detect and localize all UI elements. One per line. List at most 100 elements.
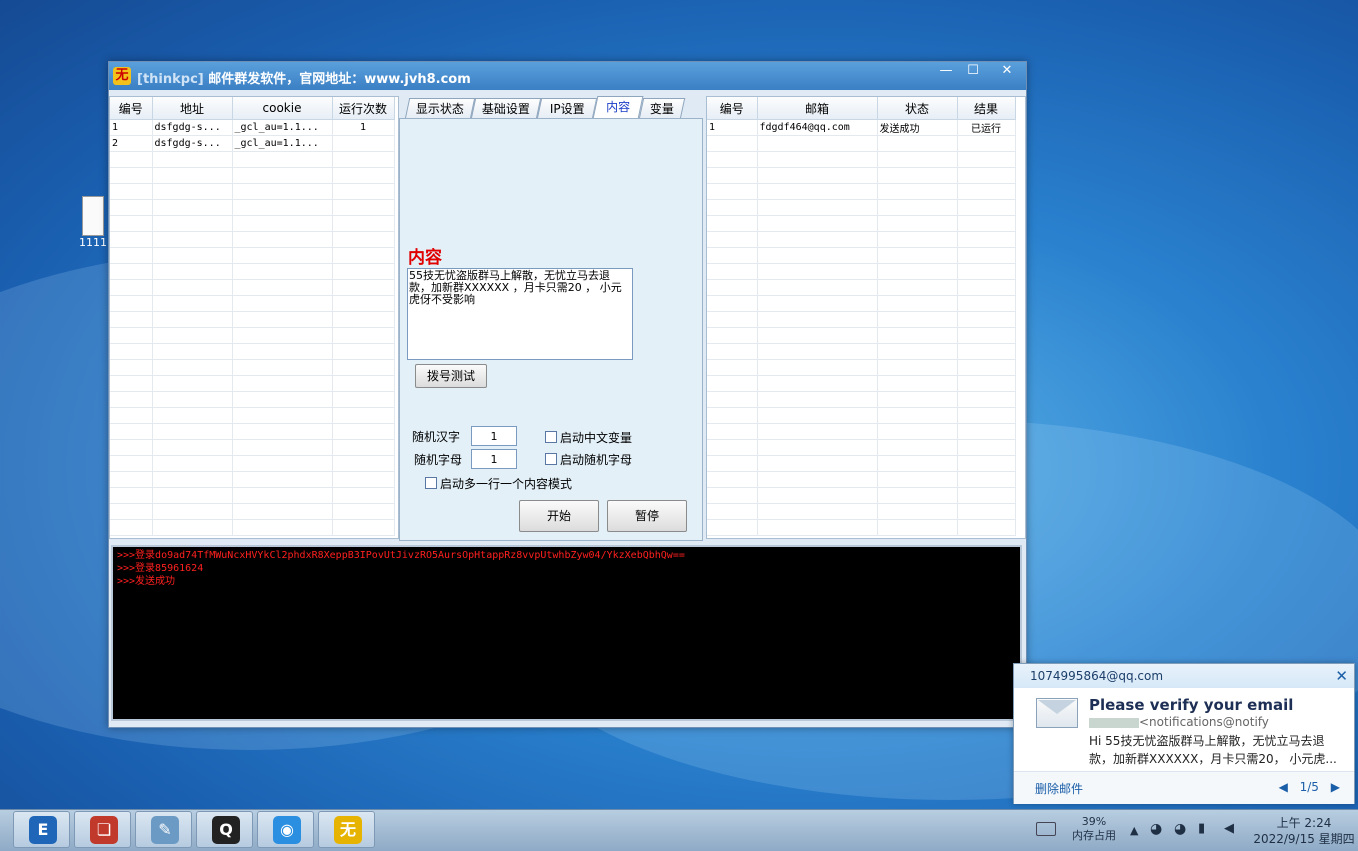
title-bar[interactable]: 无 [thinkpc] 邮件群发软件，官网地址：www.jvh8.com — ☐… [109, 62, 1026, 90]
table-row[interactable] [110, 471, 395, 488]
table-row[interactable] [110, 343, 395, 360]
column-header[interactable]: 编号 [110, 97, 153, 120]
qq-tray-icon-2[interactable]: ◕ [1174, 822, 1186, 836]
table-row[interactable] [110, 423, 395, 440]
table-row[interactable]: 1 dsfgdg-s... _gcl_au=1.1... 1 [110, 119, 395, 136]
table-row[interactable] [707, 215, 1016, 232]
table-row[interactable] [707, 455, 1016, 472]
maximize-button[interactable]: ☐ [958, 62, 988, 82]
taskbar-app-button[interactable]: ◉ [257, 811, 314, 848]
tab-3[interactable]: 内容 [592, 96, 644, 119]
taskbar-app-button[interactable]: Q [196, 811, 253, 848]
column-header[interactable]: cookie [232, 97, 333, 120]
table-row[interactable]: 1 fdgdf464@qq.com 发送成功 已运行 [707, 119, 1016, 136]
table-row[interactable] [707, 167, 1016, 184]
notification-pager[interactable]: ◀ 1/5 ▶ [1279, 780, 1340, 794]
table-row[interactable] [707, 487, 1016, 504]
start-button[interactable]: 开始 [519, 500, 599, 532]
memory-indicator[interactable]: 39% 内存占用 [1066, 815, 1122, 843]
taskbar-app-button[interactable]: ❏ [74, 811, 131, 848]
column-header[interactable]: 邮箱 [757, 97, 878, 120]
table-row[interactable] [707, 135, 1016, 152]
pause-button[interactable]: 暂停 [607, 500, 687, 532]
table-row[interactable] [110, 455, 395, 472]
table-row[interactable] [110, 263, 395, 280]
taskbar-app-button[interactable]: ✎ [135, 811, 192, 848]
table-row[interactable] [707, 391, 1016, 408]
close-icon[interactable]: ✕ [1335, 664, 1348, 688]
column-header[interactable]: 编号 [707, 97, 758, 120]
table-row[interactable] [707, 295, 1016, 312]
table-row[interactable] [110, 391, 395, 408]
log-console[interactable]: >>>登录do9ad74TfMWuNcxHVYkCl2phdxR8XeppB3I… [111, 545, 1022, 721]
table-row[interactable] [110, 279, 395, 296]
table-row[interactable] [110, 295, 395, 312]
desktop-file-icon[interactable]: 1111 [78, 196, 108, 249]
account-grid[interactable]: 编号 地址 cookie 运行次数 1 dsfgdg-s... _gcl_au=1.1..… [109, 96, 399, 539]
table-row[interactable] [110, 359, 395, 376]
minimize-button[interactable]: — [931, 62, 961, 82]
table-row[interactable] [707, 423, 1016, 440]
table-row[interactable] [707, 359, 1016, 376]
column-header[interactable]: 运行次数 [332, 97, 395, 120]
table-row[interactable] [110, 167, 395, 184]
table-row[interactable] [110, 439, 395, 456]
prev-arrow-icon[interactable]: ◀ [1279, 780, 1288, 794]
table-row[interactable] [707, 343, 1016, 360]
enable-cn-var-checkbox[interactable]: 启动中文变量 [545, 429, 632, 446]
table-row[interactable] [110, 407, 395, 424]
table-row[interactable] [110, 183, 395, 200]
table-row[interactable] [707, 311, 1016, 328]
volume-icon[interactable]: ◀ [1224, 822, 1234, 836]
tab-4[interactable]: 变量 [638, 98, 686, 119]
table-row[interactable] [707, 231, 1016, 248]
table-row[interactable] [110, 311, 395, 328]
network-icon[interactable]: ▮ [1198, 822, 1205, 836]
table-row[interactable] [707, 279, 1016, 296]
table-row[interactable] [707, 151, 1016, 168]
tray-expand-icon[interactable]: ▲ [1130, 824, 1138, 838]
mail-notification[interactable]: 1074995864@qq.com ✕ Please verify your e… [1013, 663, 1355, 804]
table-row[interactable] [707, 407, 1016, 424]
tab-2[interactable]: IP设置 [536, 98, 598, 119]
table-row[interactable] [110, 151, 395, 168]
clock[interactable]: 上午 2:24 2022/9/15 星期四 [1252, 815, 1356, 847]
table-row[interactable] [110, 503, 395, 520]
random-letter-input[interactable]: 1 [471, 449, 517, 469]
table-row[interactable] [110, 247, 395, 264]
table-row[interactable] [707, 247, 1016, 264]
table-row[interactable] [110, 231, 395, 248]
table-row[interactable] [110, 519, 395, 536]
table-row[interactable] [707, 375, 1016, 392]
column-header[interactable]: 结果 [957, 97, 1016, 120]
table-row[interactable] [707, 503, 1016, 520]
table-row[interactable] [707, 439, 1016, 456]
table-row[interactable] [707, 263, 1016, 280]
random-hanzi-input[interactable]: 1 [471, 426, 517, 446]
table-row[interactable] [110, 327, 395, 344]
content-textarea[interactable]: 55技无忧盗版群马上解散，无忧立马去退款，加新群XXXXXX ，月卡只需20 ，… [407, 268, 633, 360]
notification-title[interactable]: Please verify your email [1089, 696, 1293, 714]
table-row[interactable] [110, 487, 395, 504]
table-row[interactable] [707, 327, 1016, 344]
table-row[interactable] [707, 519, 1016, 536]
taskbar-app-button[interactable]: 无 [318, 811, 375, 848]
enable-rand-letter-checkbox[interactable]: 启动随机字母 [545, 451, 632, 468]
multiline-mode-checkbox[interactable]: 启动多一行一个内容模式 [425, 475, 572, 492]
close-button[interactable]: ✕ [992, 62, 1022, 82]
column-header[interactable]: 状态 [877, 97, 958, 120]
notification-body[interactable]: Hi 55技无忧盗版群马上解散，无忧立马去退款，加新群XXXXXX，月卡只需20… [1089, 732, 1344, 768]
tab-0[interactable]: 显示状态 [404, 98, 476, 119]
tab-1[interactable]: 基础设置 [470, 98, 542, 119]
dial-test-button[interactable]: 拨号测试 [415, 364, 487, 388]
qq-tray-icon[interactable]: ◕ [1150, 822, 1162, 836]
result-grid[interactable]: 编号 邮箱 状态 结果 1 fdgdf464@qq.com 发送成功 已运行 [706, 96, 1026, 539]
table-row[interactable] [110, 199, 395, 216]
column-header[interactable]: 地址 [152, 97, 233, 120]
next-arrow-icon[interactable]: ▶ [1331, 780, 1340, 794]
table-row[interactable] [707, 183, 1016, 200]
table-row[interactable]: 2 dsfgdg-s... _gcl_au=1.1... [110, 135, 395, 152]
keyboard-icon[interactable] [1036, 822, 1056, 836]
table-row[interactable] [110, 375, 395, 392]
delete-mail-link[interactable]: 删除邮件 [1035, 780, 1083, 797]
